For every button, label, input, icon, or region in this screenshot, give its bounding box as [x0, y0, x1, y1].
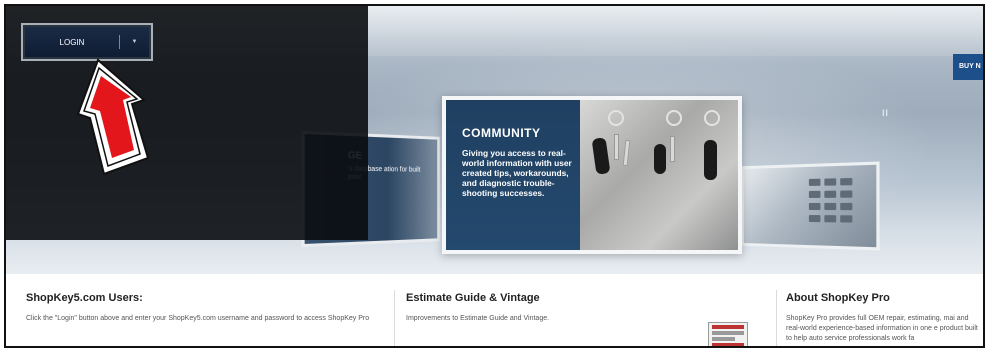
section-title: About ShopKey Pro — [786, 292, 890, 304]
calculator-keypad-image — [807, 173, 877, 236]
section-about-shopkey-pro: About ShopKey Pro ShopKey Pro provides f… — [786, 292, 983, 344]
screenshot-frame: BUY N II GE 's database ation for built … — [4, 4, 985, 348]
chevron-down-icon[interactable]: ▼ — [120, 39, 149, 45]
section-body: Improvements to Estimate Guide and Vinta… — [406, 315, 550, 322]
login-label: LOGIN — [59, 37, 85, 47]
info-sections: ShopKey5.com Users: Click the "Login" bu… — [6, 274, 983, 346]
buy-now-button[interactable]: BUY N — [953, 54, 983, 80]
pause-icon[interactable]: II — [882, 108, 889, 118]
estimate-guide-thumbnail[interactable] — [708, 322, 748, 346]
arrow-up-callout-icon — [76, 58, 150, 176]
login-button[interactable]: LOGIN ▼ — [25, 27, 149, 57]
community-body: Giving you access to real-world informat… — [462, 148, 572, 198]
community-title: COMMUNITY — [462, 126, 541, 140]
section-body: ShopKey Pro provides full OEM repair, es… — [786, 315, 978, 342]
community-text-panel: COMMUNITY Giving you access to real-worl… — [446, 100, 580, 250]
section-shopkey5-users: ShopKey5.com Users: Click the "Login" bu… — [26, 292, 376, 324]
section-divider — [394, 290, 395, 346]
carousel-card-community[interactable]: COMMUNITY Giving you access to real-worl… — [442, 96, 742, 254]
section-estimate-guide: Estimate Guide & Vintage Improvements to… — [406, 292, 746, 324]
carousel-card-estimate[interactable] — [741, 161, 880, 251]
section-title: Estimate Guide & Vintage — [406, 292, 540, 304]
section-divider — [776, 290, 777, 346]
section-body: Click the "Login" button above and enter… — [26, 315, 370, 322]
login-dropdown-overlay: LOGIN ▼ — [6, 6, 368, 240]
section-title: ShopKey5.com Users: — [26, 292, 143, 304]
car-keys-photo — [580, 100, 738, 250]
